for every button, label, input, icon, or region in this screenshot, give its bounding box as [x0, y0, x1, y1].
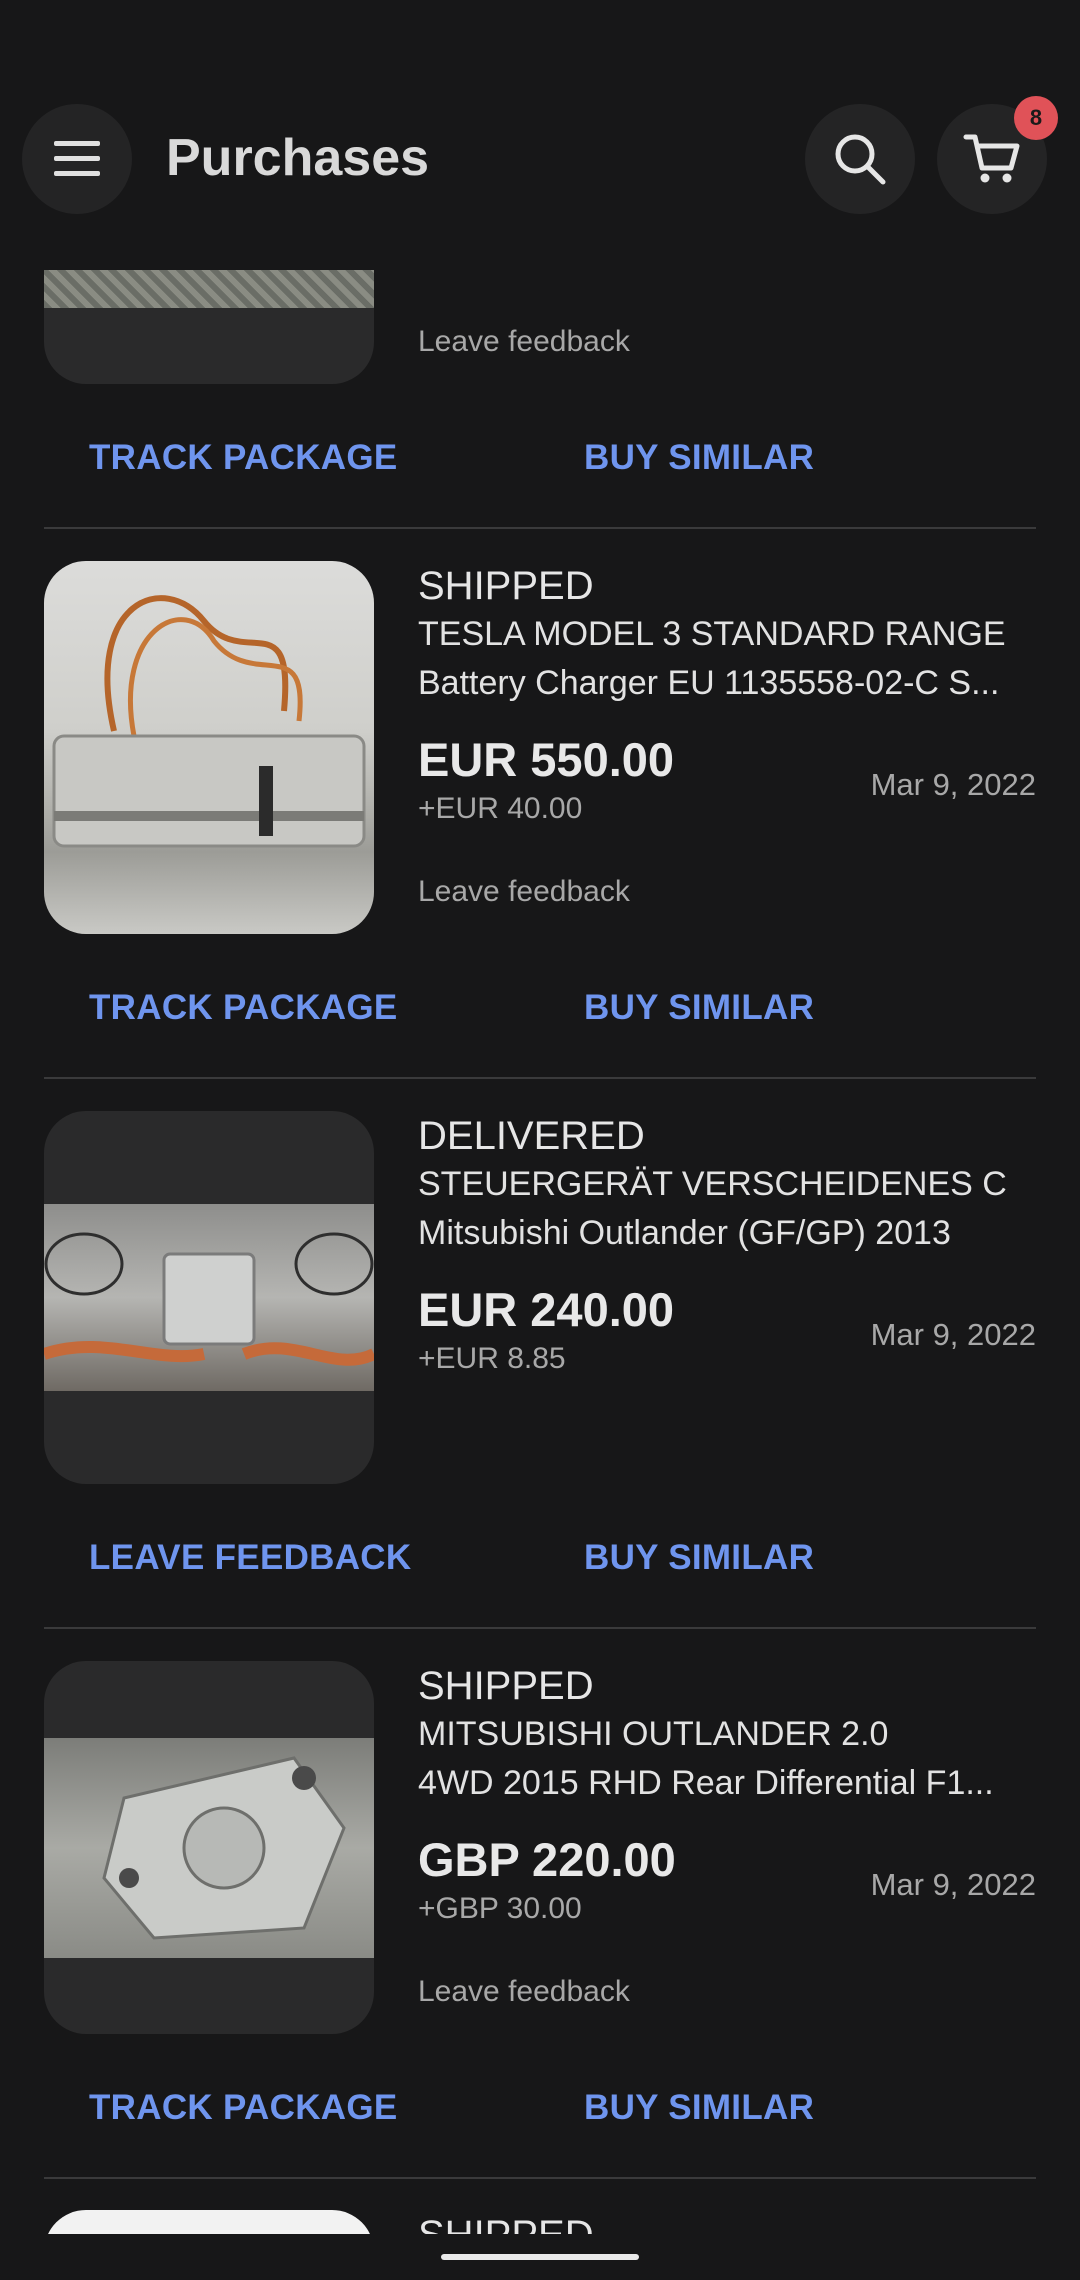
cart-count-badge: 8 [1014, 96, 1058, 140]
shipping-cost: +GBP 30.00 [418, 1892, 582, 1925]
order-date: Mar 9, 2022 [870, 1867, 1036, 1902]
item-title-line2[interactable]: Battery Charger EU 1135558-02-C S... [418, 659, 1038, 708]
buy-similar-button[interactable]: BUY SIMILAR [584, 438, 814, 478]
buy-similar-button[interactable]: BUY SIMILAR [584, 2088, 814, 2128]
item-title-line2[interactable]: 4WD 2015 RHD Rear Differential F1... [418, 1759, 1038, 1808]
charger-image [44, 561, 374, 934]
divider [44, 527, 1036, 529]
item-thumbnail[interactable] [44, 561, 374, 934]
control-unit-image [44, 1204, 374, 1391]
buy-similar-button[interactable]: BUY SIMILAR [584, 1538, 814, 1578]
order-status: SHIPPED [418, 564, 594, 608]
item-thumbnail-partial[interactable] [44, 2210, 374, 2234]
divider [44, 1627, 1036, 1629]
shipping-cost: +EUR 8.85 [418, 1342, 566, 1375]
item-title-line1[interactable]: MITSUBISHI OUTLANDER 2.0 [418, 1710, 1038, 1759]
order-status: SHIPPED [418, 1664, 594, 1708]
track-package-button[interactable]: TRACK PACKAGE [89, 2088, 398, 2128]
item-price: EUR 550.00 [418, 733, 675, 786]
leave-feedback-button[interactable]: LEAVE FEEDBACK [89, 1538, 411, 1578]
divider [44, 2177, 1036, 2179]
item-price: EUR 240.00 [418, 1283, 675, 1336]
item-title-line2[interactable]: Mitsubishi Outlander (GF/GP) 2013 [418, 1209, 1038, 1258]
buy-similar-button[interactable]: BUY SIMILAR [584, 988, 814, 1028]
item-title-line1[interactable]: TESLA MODEL 3 STANDARD RANGE [418, 610, 1038, 659]
search-icon [835, 134, 886, 185]
divider [44, 1077, 1036, 1079]
item-thumbnail[interactable] [44, 1661, 374, 2034]
leave-feedback-text[interactable]: Leave feedback [418, 875, 630, 909]
thumbnail-image [44, 270, 374, 308]
leave-feedback-text[interactable]: Leave feedback [418, 1975, 630, 2009]
differential-image [44, 1738, 374, 1958]
bottom-partial-clip: SHIPPED [0, 2200, 1080, 2234]
item-price: GBP 220.00 [418, 1833, 676, 1886]
item-thumbnail[interactable] [44, 1111, 374, 1484]
track-package-button[interactable]: TRACK PACKAGE [89, 438, 398, 478]
menu-icon [54, 141, 100, 176]
page-title: Purchases [166, 129, 430, 187]
home-indicator[interactable] [441, 2254, 639, 2260]
item-thumbnail-partial[interactable] [44, 270, 374, 384]
order-status: DELIVERED [418, 1114, 645, 1158]
search-button[interactable] [805, 104, 915, 214]
order-date: Mar 9, 2022 [870, 1317, 1036, 1352]
cart-icon [963, 134, 1020, 183]
shipping-cost: +EUR 40.00 [418, 792, 583, 825]
menu-button[interactable] [22, 104, 132, 214]
order-date: Mar 9, 2022 [870, 767, 1036, 802]
track-package-button[interactable]: TRACK PACKAGE [89, 988, 398, 1028]
item-title-line1[interactable]: STEUERGERÄT VERSCHEIDENES C [418, 1160, 1038, 1209]
leave-feedback-text[interactable]: Leave feedback [418, 325, 630, 359]
order-status: SHIPPED [418, 2213, 594, 2234]
